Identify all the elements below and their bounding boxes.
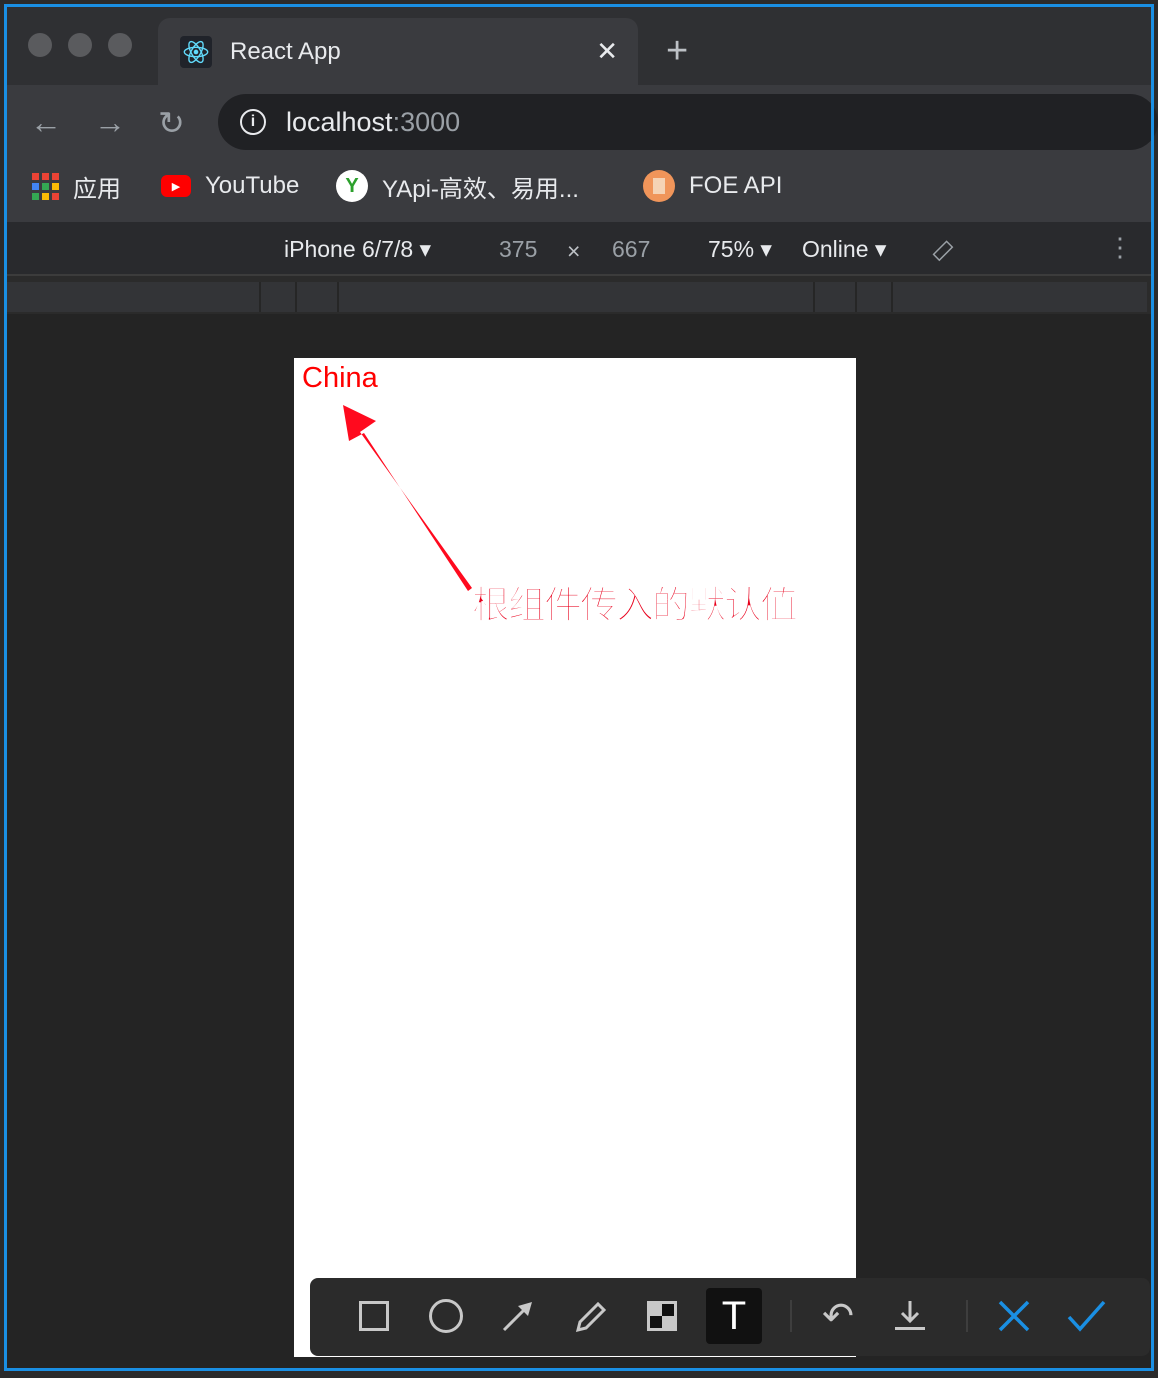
rectangle-tool-icon[interactable] bbox=[346, 1288, 402, 1344]
confirm-icon[interactable] bbox=[1058, 1288, 1114, 1344]
cancel-icon[interactable] bbox=[986, 1288, 1042, 1344]
annotation-text: 根组件传入的默认值 bbox=[471, 583, 798, 628]
text-tool-icon[interactable]: T bbox=[706, 1288, 762, 1344]
screenshot-toolbar: T ↶ bbox=[310, 1278, 1150, 1356]
arrow-tool-icon[interactable] bbox=[490, 1288, 546, 1344]
download-icon[interactable] bbox=[882, 1288, 938, 1344]
pencil-tool-icon[interactable] bbox=[562, 1288, 618, 1344]
mosaic-tool-icon[interactable] bbox=[634, 1288, 690, 1344]
annotation-arrow bbox=[343, 405, 472, 591]
undo-icon[interactable]: ↶ bbox=[810, 1288, 866, 1344]
ellipse-tool-icon[interactable] bbox=[418, 1288, 474, 1344]
